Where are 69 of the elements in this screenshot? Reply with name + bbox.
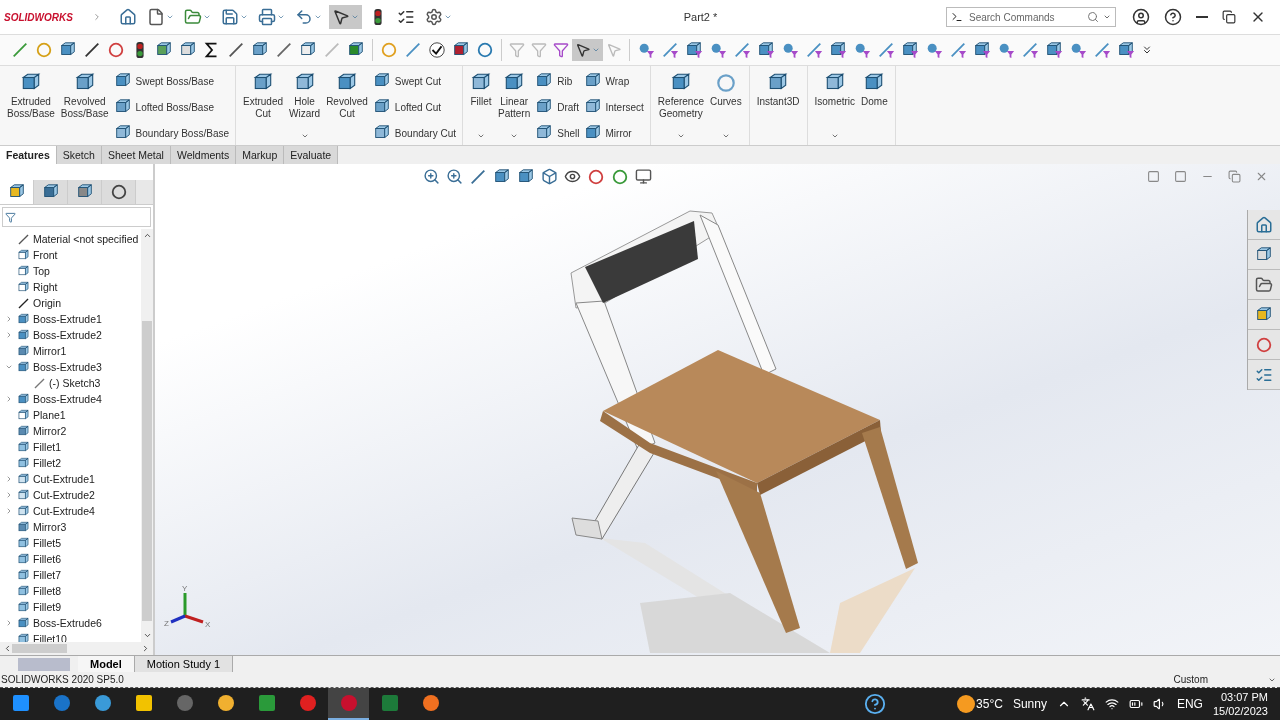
command-button[interactable]: Lofted Boss/Base [113,97,229,117]
command-button[interactable]: Extruded Cut [242,70,285,142]
tree-item[interactable]: Boss-Extrude3 [33,361,102,373]
command-button[interactable]: Isometric [813,70,857,142]
tree-item[interactable]: Material <not specified [33,233,139,245]
language-indicator[interactable]: ENG [1176,697,1203,711]
tree-item[interactable]: Boss-Extrude2 [33,329,102,341]
tree-item[interactable]: Fillet1 [33,441,61,453]
tree-item[interactable]: Boss-Extrude1 [33,313,102,325]
tree-item[interactable]: Fillet8 [33,585,61,597]
command-button[interactable]: Hole Wizard [288,70,322,142]
command-button[interactable]: Swept Cut [372,71,456,91]
units-selector[interactable]: Custom [1173,674,1208,685]
tree-item[interactable]: Fillet5 [33,537,61,549]
command-button[interactable]: Draft [535,97,580,117]
temperature: 35°C [976,697,1003,711]
command-button[interactable]: Fillet [469,70,493,142]
command-button[interactable]: Swept Boss/Base [113,71,229,91]
document-tab[interactable]: Model [78,656,135,672]
command-button[interactable]: Reference Geometry [656,70,705,142]
tree-item[interactable]: Right [33,281,58,293]
search-bar[interactable]: Search Commands [946,7,1116,27]
ribbon-tab[interactable]: Evaluate [284,146,339,164]
ribbon-tab[interactable]: Sketch [56,146,102,164]
command-button[interactable]: Extruded Boss/Base [6,70,56,142]
tree-item[interactable]: (-) Sketch3 [49,377,101,389]
tree-item[interactable]: Origin [33,297,61,309]
axis-label: Z [164,619,169,628]
command-button[interactable]: Mirror [583,123,644,143]
tree-item[interactable]: Mirror1 [33,345,67,357]
status-text: SOLIDWORKS 2020 SP5.0 [1,674,124,685]
ribbon-tab[interactable]: Weldments [170,146,237,164]
tree-item[interactable]: Cut-Extrude1 [33,473,95,485]
tree-item[interactable]: Boss-Extrude4 [33,393,102,405]
axis-label: Y [182,584,188,593]
ribbon-tab[interactable]: Features [0,146,57,164]
command-button[interactable]: Shell [535,123,580,143]
tree-item[interactable]: Mirror2 [33,425,67,437]
tree-item[interactable]: Mirror3 [33,521,67,533]
command-button[interactable]: Rib [535,71,580,91]
tree-item[interactable]: Top [33,265,50,277]
document-tab[interactable]: Motion Study 1 [134,656,234,672]
tree-item[interactable]: Fillet9 [33,601,61,613]
tree-item[interactable]: Boss-Extrude6 [33,617,102,629]
tree-item[interactable]: Plane1 [33,409,66,421]
command-button[interactable]: Intersect [583,97,644,117]
command-button[interactable]: Curves [709,70,743,142]
tree-item[interactable]: Cut-Extrude2 [33,489,95,501]
tree-item[interactable]: Fillet6 [33,553,61,565]
ribbon-tab[interactable]: Sheet Metal [101,146,171,164]
weather-condition: Sunny [1012,697,1047,711]
ribbon-tab[interactable]: Markup [236,146,285,164]
tree-item[interactable]: Front [33,249,58,261]
command-button[interactable]: Wrap [583,71,644,91]
app-logo: SOLIDWORKS [3,11,74,23]
tree-item[interactable]: Fillet7 [33,569,61,581]
command-button[interactable]: Revolved Boss/Base [59,70,110,142]
clock[interactable]: 03:07 PM 15/02/2023 [1212,690,1268,718]
command-button[interactable]: Boundary Cut [372,123,456,143]
axis-label: X [205,620,211,629]
command-button[interactable]: Instant3D [755,70,801,142]
tree-item[interactable]: Cut-Extrude4 [33,505,95,517]
command-button[interactable]: Lofted Cut [372,97,456,117]
command-button[interactable]: Boundary Boss/Base [113,123,229,143]
tree-item[interactable]: Fillet2 [33,457,61,469]
document-title: Part2 * [682,11,719,23]
command-button[interactable]: Linear Pattern [497,70,532,142]
command-button[interactable]: Revolved Cut [325,70,369,142]
command-button[interactable]: Dome [860,70,889,142]
